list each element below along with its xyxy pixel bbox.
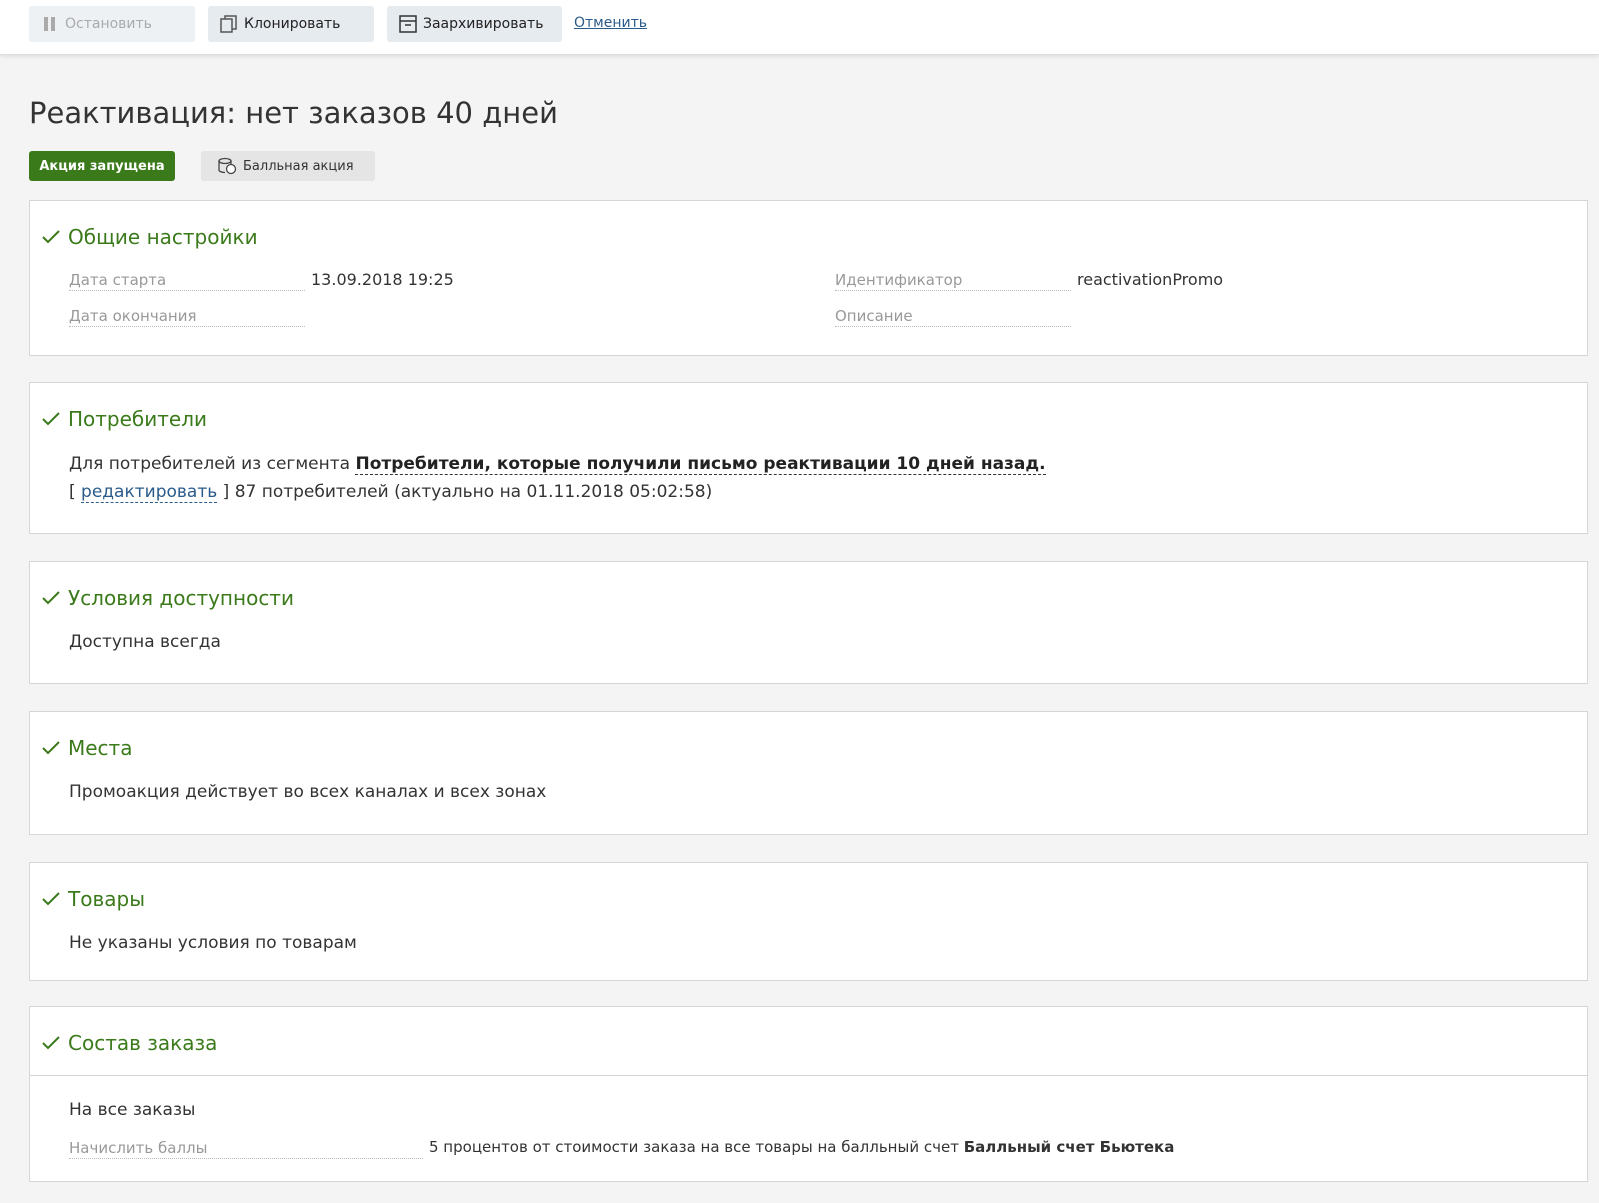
bracket-open: [ bbox=[69, 482, 82, 502]
order-title-text: Состав заказа bbox=[68, 1031, 218, 1055]
archive-icon bbox=[397, 13, 419, 35]
promo-type-label: Балльная акция bbox=[243, 158, 354, 174]
order-card: Состав заказа На все заказы Начислить ба… bbox=[29, 1006, 1588, 1182]
promo-type-badge: Балльная акция bbox=[201, 151, 375, 181]
products-title-text: Товары bbox=[68, 887, 145, 911]
availability-card: Условия доступности Доступна всегда bbox=[29, 561, 1588, 684]
clone-button-label: Клонировать bbox=[244, 16, 341, 32]
availability-text: Доступна всегда bbox=[69, 632, 221, 652]
start-date-label: Дата старта bbox=[69, 271, 305, 291]
archive-button[interactable]: Заархивировать bbox=[387, 6, 562, 42]
products-text: Не указаны условия по товарам bbox=[69, 933, 357, 953]
archive-button-label: Заархивировать bbox=[423, 16, 544, 32]
end-date-label: Дата окончания bbox=[69, 307, 305, 327]
points-label: Начислить баллы bbox=[69, 1139, 423, 1159]
general-settings-title-text: Общие настройки bbox=[68, 225, 258, 249]
pause-icon bbox=[39, 13, 61, 35]
check-icon bbox=[42, 740, 60, 756]
page-title: Реактивация: нет заказов 40 дней bbox=[29, 96, 558, 130]
order-text: На все заказы bbox=[69, 1100, 196, 1120]
segment-prefix: Для потребителей из сегмента bbox=[69, 454, 356, 474]
order-title: Состав заказа bbox=[42, 1031, 217, 1055]
clone-button[interactable]: Клонировать bbox=[208, 6, 374, 42]
identifier-label: Идентификатор bbox=[835, 271, 1071, 291]
points-value: 5 процентов от стоимости заказа на все т… bbox=[429, 1138, 1174, 1156]
consumers-count: ] 87 потребителей (актуально на 01.11.20… bbox=[217, 482, 713, 502]
stop-button[interactable]: Остановить bbox=[29, 6, 195, 42]
availability-title: Условия доступности bbox=[42, 586, 294, 610]
edit-segment-link[interactable]: редактировать bbox=[81, 482, 218, 503]
consumers-card: Потребители Для потребителей из сегмента… bbox=[29, 382, 1588, 534]
points-account: Балльный счет Бьютека bbox=[963, 1138, 1175, 1156]
consumers-segment-line: Для потребителей из сегмента Потребители… bbox=[69, 454, 1046, 475]
check-icon bbox=[42, 590, 60, 606]
availability-title-text: Условия доступности bbox=[68, 586, 294, 610]
places-title-text: Места bbox=[68, 736, 133, 760]
places-text: Промоакция действует во всех каналах и в… bbox=[69, 782, 547, 802]
consumers-title: Потребители bbox=[42, 407, 207, 431]
check-icon bbox=[42, 891, 60, 907]
start-date-value: 13.09.2018 19:25 bbox=[311, 270, 454, 289]
coins-icon bbox=[217, 156, 237, 176]
toolbar: Остановить Клонировать Заархивировать От… bbox=[0, 0, 1599, 55]
check-icon bbox=[42, 1035, 60, 1051]
products-title: Товары bbox=[42, 887, 145, 911]
places-card: Места Промоакция действует во всех канал… bbox=[29, 711, 1588, 835]
check-icon bbox=[42, 411, 60, 427]
order-divider bbox=[30, 1075, 1587, 1076]
stop-button-label: Остановить bbox=[65, 16, 152, 32]
cancel-link[interactable]: Отменить bbox=[574, 15, 647, 31]
copy-icon bbox=[218, 13, 240, 35]
consumers-title-text: Потребители bbox=[68, 407, 207, 431]
check-icon bbox=[42, 229, 60, 245]
points-value-text: 5 процентов от стоимости заказа на все т… bbox=[429, 1138, 964, 1156]
general-settings-card: Общие настройки Дата старта 13.09.2018 1… bbox=[29, 200, 1588, 356]
consumers-count-line: [ редактировать ] 87 потребителей (актуа… bbox=[69, 482, 713, 503]
products-card: Товары Не указаны условия по товарам bbox=[29, 862, 1588, 981]
places-title: Места bbox=[42, 736, 132, 760]
description-label: Описание bbox=[835, 307, 1071, 327]
general-settings-title: Общие настройки bbox=[42, 225, 258, 249]
segment-link[interactable]: Потребители, которые получили письмо реа… bbox=[355, 454, 1046, 475]
status-badge: Акция запущена bbox=[29, 151, 175, 181]
identifier-value: reactivationPromo bbox=[1077, 270, 1224, 289]
